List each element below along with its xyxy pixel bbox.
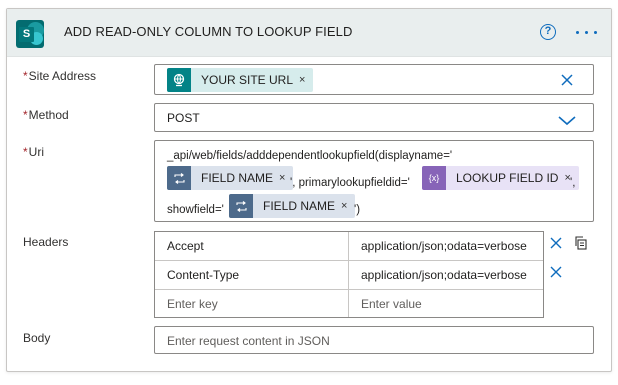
more-options-icon[interactable]	[576, 31, 598, 35]
clear-site-address-icon[interactable]	[560, 73, 574, 87]
header-value-input[interactable]: Enter value	[349, 290, 543, 319]
body-input[interactable]: Enter request content in JSON	[154, 326, 594, 354]
field-name-token-label: FIELD NAME	[263, 199, 336, 213]
field-name-token[interactable]: FIELD NAME ×	[229, 194, 356, 218]
uri-label: *Uri	[23, 145, 44, 159]
body-placeholder: Enter request content in JSON	[167, 334, 330, 348]
uri-text-segment: ', primarylookupfieldid='	[290, 177, 410, 189]
uri-field[interactable]: _api/web/fields/adddependentlookupfield(…	[154, 140, 594, 222]
lookup-field-id-token[interactable]: {x} LOOKUP FIELD ID ×	[422, 166, 579, 190]
field-name-token-label: FIELD NAME	[201, 171, 274, 185]
uri-text-segment: _api/web/fields/adddependentlookupfield(…	[167, 150, 453, 162]
method-label: *Method	[23, 108, 69, 122]
method-dropdown[interactable]: POST	[154, 103, 594, 132]
site-address-label: *Site Address	[23, 69, 97, 83]
loop-icon	[167, 166, 191, 190]
action-card: S ADD READ-ONLY COLUMN TO LOOKUP FIELD ?…	[6, 8, 612, 372]
loop-icon	[229, 194, 253, 218]
help-icon[interactable]: ?	[540, 24, 556, 40]
copy-icon[interactable]	[573, 235, 589, 251]
field-name-token[interactable]: FIELD NAME ×	[167, 166, 294, 190]
header-key-cell[interactable]: Content-Type	[155, 261, 348, 290]
expression-icon: {x}	[422, 166, 446, 190]
site-address-field[interactable]: YOUR SITE URL ×	[154, 64, 594, 95]
method-value: POST	[167, 111, 200, 125]
uri-text-segment: ',	[570, 177, 576, 189]
uri-text-segment: ')	[354, 204, 361, 216]
header-value-cell[interactable]: application/json;odata=verbose	[349, 261, 543, 290]
action-header[interactable]: S ADD READ-ONLY COLUMN TO LOOKUP FIELD ?	[7, 9, 611, 57]
delete-header-icon[interactable]	[549, 236, 563, 250]
body-label: Body	[23, 331, 51, 345]
header-value-cell[interactable]: application/json;odata=verbose	[349, 232, 543, 261]
site-url-token-label: YOUR SITE URL	[201, 73, 294, 87]
chevron-down-icon[interactable]	[558, 113, 576, 126]
sharepoint-logo-icon: S	[16, 20, 44, 48]
delete-header-icon[interactable]	[549, 265, 563, 279]
uri-text-segment: showfield='	[167, 204, 224, 216]
header-key-cell[interactable]: Accept	[155, 232, 348, 261]
remove-token-icon[interactable]: ×	[299, 74, 313, 86]
headers-label: Headers	[23, 235, 69, 249]
lookup-field-id-token-label: LOOKUP FIELD ID	[456, 171, 559, 185]
action-title[interactable]: ADD READ-ONLY COLUMN TO LOOKUP FIELD	[64, 24, 352, 39]
header-key-input[interactable]: Enter key	[155, 290, 348, 319]
globe-icon	[167, 68, 191, 92]
site-url-token[interactable]: YOUR SITE URL ×	[167, 68, 314, 92]
headers-table: Accept application/json;odata=verbose Co…	[154, 231, 544, 318]
